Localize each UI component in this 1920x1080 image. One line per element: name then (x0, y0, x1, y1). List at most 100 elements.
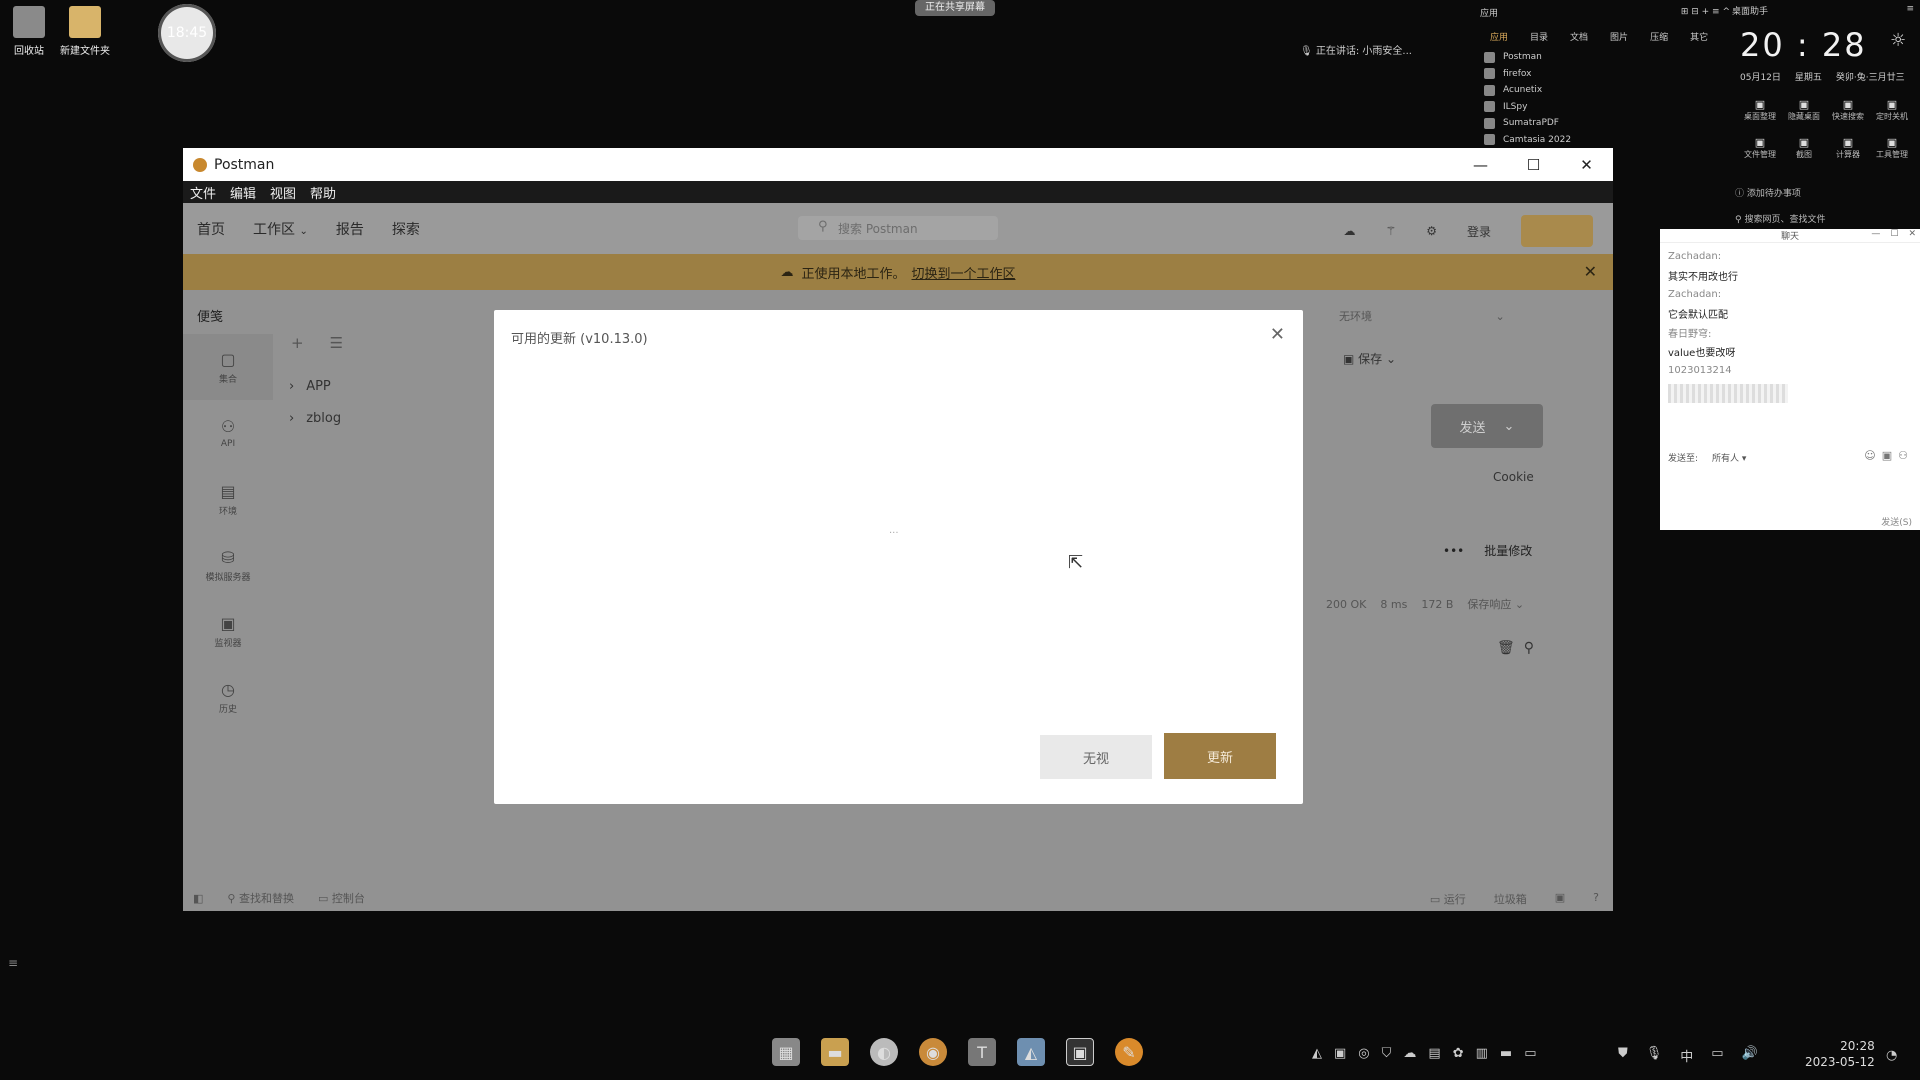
minimize-icon[interactable]: — (1871, 229, 1880, 239)
send-button[interactable]: 发送 ⌄ (1431, 404, 1543, 448)
tree-item-zblog[interactable]: › zblog (289, 402, 343, 434)
bulk-edit-link[interactable]: ••• 批量修改 (1443, 542, 1532, 559)
tray-shield-icon[interactable]: ⛉ (1382, 1046, 1392, 1061)
chat-tool-icons[interactable]: ☺▣⚇ (1864, 449, 1914, 462)
tray-app-icon[interactable]: ✿ (1453, 1046, 1464, 1061)
typora-icon[interactable]: T (968, 1038, 996, 1066)
help-icon[interactable]: ? (1593, 891, 1599, 907)
update-button[interactable]: 更新 (1164, 733, 1276, 779)
tray-app-icon[interactable]: ▥ (1476, 1046, 1488, 1061)
nav-home[interactable]: 首页 (197, 219, 225, 239)
taskbar-clock[interactable]: 20:28 2023-05-12 (1805, 1038, 1875, 1070)
tray-app-icon[interactable]: ◭ (1312, 1046, 1322, 1061)
edge-browser-icon[interactable]: ◐ (870, 1038, 898, 1066)
tree-item-app[interactable]: › APP (289, 370, 343, 402)
edge-handle-icon[interactable]: ≡ (8, 956, 18, 970)
close-icon[interactable]: ✕ (1270, 324, 1285, 345)
close-icon[interactable]: ✕ (1908, 229, 1916, 239)
switch-workspace-link[interactable]: 切换到一个工作区 (912, 263, 1016, 282)
file-explorer-icon[interactable]: ▬ (821, 1038, 849, 1066)
quick-action[interactable]: 隐藏桌面 (1782, 98, 1826, 122)
maximize-button[interactable]: ☐ (1507, 148, 1560, 181)
launcher-category[interactable]: 其它 (1690, 30, 1708, 43)
tray-app-icon[interactable]: ▤ (1428, 1046, 1440, 1061)
quick-action[interactable]: 工具管理 (1870, 136, 1914, 160)
upgrade-button[interactable] (1521, 215, 1593, 247)
volume-icon[interactable]: 🔊 (1742, 1046, 1758, 1065)
environment-select[interactable]: 无环境 ⌄ (1339, 308, 1505, 324)
search-icon[interactable]: ⚲ (1524, 640, 1534, 656)
satellite-icon[interactable]: ⚚ (1385, 224, 1396, 238)
launcher-category[interactable]: 文档 (1570, 30, 1588, 43)
launcher-app[interactable]: Acunetix (1480, 82, 1730, 99)
launcher-category[interactable]: 应用 (1490, 30, 1508, 43)
nav-reports[interactable]: 报告 (336, 219, 364, 239)
maximize-icon[interactable]: ☐ (1890, 229, 1898, 239)
rail-item-environments[interactable]: ▤ 环境 (183, 466, 273, 532)
launcher-category[interactable]: 压缩 (1650, 30, 1668, 43)
quick-action[interactable]: 计算器 (1826, 136, 1870, 160)
runner-button[interactable]: ▭ 运行 (1430, 891, 1466, 907)
microphone-icon[interactable]: 🎙 (1646, 1046, 1663, 1065)
find-replace-button[interactable]: ⚲ 查找和替换 (227, 890, 294, 906)
notification-icon[interactable]: ◔ (1886, 1048, 1897, 1063)
trash-icon[interactable]: 🗑 (1497, 640, 1515, 656)
menu-icon[interactable]: ≡ (1906, 4, 1914, 14)
trash-button[interactable]: 垃圾箱 (1494, 891, 1527, 907)
search-input[interactable]: ⚲ 搜索 Postman (798, 216, 998, 240)
filter-icon[interactable]: ☰ (330, 334, 343, 352)
cloud-off-icon[interactable]: ☁ (1343, 224, 1355, 238)
send-button[interactable]: 发送(S) (1881, 515, 1912, 528)
chrome-browser-icon[interactable]: ◉ (919, 1038, 947, 1066)
launcher-app[interactable]: Postman (1480, 49, 1730, 66)
minimize-button[interactable]: — (1454, 148, 1507, 181)
close-button[interactable]: ✕ (1560, 148, 1613, 181)
postman-taskbar-icon[interactable]: ✎ (1115, 1038, 1143, 1066)
calendar-app-icon[interactable]: ▦ (772, 1038, 800, 1066)
input-method[interactable]: 中 (1680, 1046, 1693, 1065)
rail-item-history[interactable]: ◷ 历史 (183, 664, 273, 730)
layout-icon[interactable]: ▣ (1555, 891, 1565, 907)
launcher-category[interactable]: 图片 (1610, 30, 1628, 43)
quick-action[interactable]: 快速搜索 (1826, 98, 1870, 122)
screen-app-icon[interactable]: ◭ (1017, 1038, 1045, 1066)
menu-item-view[interactable]: 视图 (270, 183, 296, 202)
gear-icon[interactable]: ⚙ (1426, 224, 1437, 238)
tray-app-icon[interactable]: ▭ (1524, 1046, 1536, 1061)
menu-item-file[interactable]: 文件 (190, 183, 216, 202)
rail-item-mock-servers[interactable]: ⛁ 模拟服务器 (183, 532, 273, 598)
add-icon[interactable]: + (291, 334, 304, 352)
rail-item-collections[interactable]: ▢ 集合 (183, 334, 273, 400)
rail-item-monitors[interactable]: ▣ 监视器 (183, 598, 273, 664)
login-button[interactable]: 登录 (1467, 223, 1491, 240)
quick-action[interactable]: 文件管理 (1738, 136, 1782, 160)
quick-action[interactable]: 定时关机 (1870, 98, 1914, 122)
desktop-new-folder[interactable]: 新建文件夹 (50, 6, 120, 57)
weather-sun-icon[interactable]: ☼ (1890, 30, 1906, 51)
jetbrains-icon[interactable]: ▣ (1066, 1038, 1094, 1066)
launcher-category[interactable]: 目录 (1530, 30, 1548, 43)
usb-icon[interactable]: ⛊ (1618, 1046, 1628, 1065)
todo-add[interactable]: ⓘ 添加待办事项 (1735, 186, 1801, 199)
sidebar-toggle-icon[interactable]: ◧ (193, 892, 203, 905)
nav-explore[interactable]: 探索 (392, 219, 420, 239)
save-response-button[interactable]: 保存响应 (1467, 598, 1511, 611)
tray-app-icon[interactable]: ◎ (1358, 1046, 1369, 1061)
launcher-controls[interactable]: ⊞ ⊟ + ≡ ^ (1681, 7, 1730, 17)
nav-workspace[interactable]: 工作区 ⌄ (253, 219, 308, 239)
assistant-search[interactable]: ⚲ 搜索网页、查找文件 (1735, 212, 1825, 225)
console-button[interactable]: ▭ 控制台 (318, 890, 365, 906)
more-icon[interactable]: ••• (1443, 544, 1464, 558)
launcher-app[interactable]: ILSpy (1480, 99, 1730, 116)
launcher-app[interactable]: Camtasia 2022 (1480, 132, 1730, 149)
screen-share-badge[interactable]: 正在共享屏幕 (915, 0, 995, 16)
save-button[interactable]: ▣ 保存 ⌄ (1343, 350, 1396, 367)
menu-item-edit[interactable]: 编辑 (230, 183, 256, 202)
launcher-app[interactable]: SumatraPDF (1480, 115, 1730, 132)
tray-app-icon[interactable]: ☁ (1403, 1046, 1416, 1061)
rail-item-api[interactable]: ⚇ API (183, 400, 273, 466)
cookie-link[interactable]: Cookie (1493, 470, 1534, 484)
quick-action[interactable]: 截图 (1782, 136, 1826, 160)
tray-app-icon[interactable]: ▬ (1500, 1046, 1512, 1061)
menu-item-help[interactable]: 帮助 (310, 183, 336, 202)
